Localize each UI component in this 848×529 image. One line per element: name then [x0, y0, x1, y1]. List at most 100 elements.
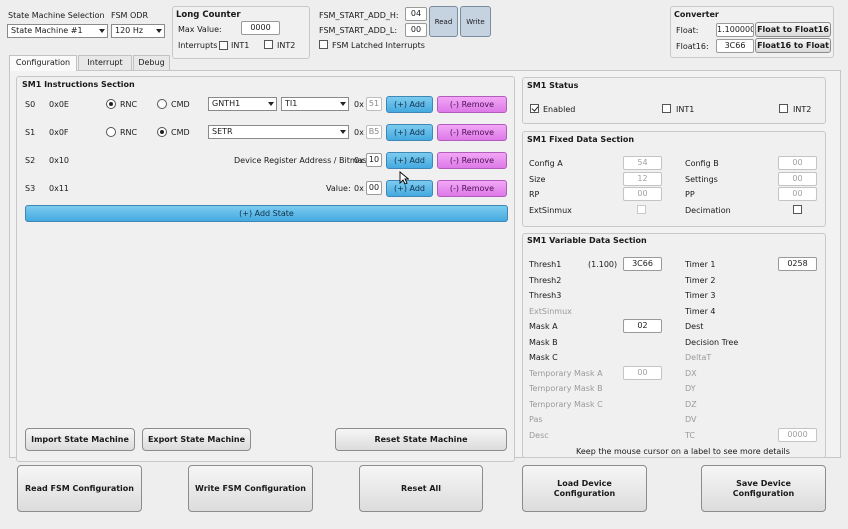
status-int1-checkbox[interactable] [662, 104, 671, 113]
config-a-field[interactable]: 54 [623, 156, 662, 170]
hex-prefix: 0x [354, 128, 364, 137]
dz-label: DZ [685, 400, 697, 409]
instructions-title: SM1 Instructions Section [22, 80, 135, 89]
sm-selection-label: State Machine Selection [8, 11, 105, 20]
thresh1-float-hint: (1.100) [588, 260, 618, 269]
float-to-float16-button[interactable]: Float to Float16 [755, 22, 831, 37]
deltat-label: DeltaT [685, 353, 712, 362]
s0-remove-button[interactable]: (-) Remove [437, 96, 507, 113]
long-counter-int2-label: INT2 [277, 41, 296, 50]
status-int2-checkbox[interactable] [779, 104, 788, 113]
pas-label: Pas [529, 415, 543, 424]
config-b-field[interactable]: 00 [778, 156, 817, 170]
timer1-field[interactable]: 0258 [778, 257, 817, 271]
chevron-down-icon [340, 102, 346, 106]
state-address: 0x0F [49, 128, 69, 137]
decimation-label: Decimation [685, 206, 731, 215]
reset-state-machine-button[interactable]: Reset State Machine [335, 428, 507, 451]
start-add-l-field[interactable]: 00 [405, 23, 427, 37]
write-fsm-configuration-button[interactable]: Write FSM Configuration [188, 465, 313, 512]
sm-selection-dropdown[interactable]: State Machine #1 [7, 24, 108, 38]
extsinmux-checkbox[interactable] [637, 205, 646, 214]
temp-mask-a-field[interactable]: 00 [623, 366, 662, 380]
s1-remove-button[interactable]: (-) Remove [437, 124, 507, 141]
mask-b-label: Mask B [529, 338, 558, 347]
float-field[interactable]: 1.100000 [716, 23, 754, 37]
s0-condition2-dropdown[interactable]: TI1 [281, 97, 349, 111]
hex-prefix: 0x [354, 184, 364, 193]
max-value-field[interactable]: 0000 [241, 21, 280, 35]
start-add-h-field[interactable]: 04 [405, 7, 427, 21]
s0-rnc-radio[interactable] [106, 99, 116, 109]
long-counter-int2-checkbox[interactable] [264, 40, 273, 49]
thresh3-label: Thresh3 [529, 291, 562, 300]
long-counter-int1-checkbox[interactable] [219, 41, 228, 50]
desc-label: Desc [529, 431, 549, 440]
state-label: S3 [25, 184, 36, 193]
timer1-label: Timer 1 [685, 260, 716, 269]
fsm-latched-checkbox[interactable] [319, 40, 328, 49]
s3-remove-button[interactable]: (-) Remove [437, 180, 507, 197]
s0-add-button[interactable]: (+) Add [386, 96, 433, 113]
pp-field[interactable]: 00 [778, 187, 817, 201]
rnc-label: RNC [120, 128, 138, 137]
chevron-down-icon [156, 29, 162, 33]
pp-label: PP [685, 190, 695, 199]
write-start-add-button[interactable]: Write [460, 6, 491, 37]
s1-cmd-radio[interactable] [157, 127, 167, 137]
extsinmux-label: ExtSinmux [529, 206, 572, 215]
save-device-configuration-button[interactable]: Save Device Configuration [701, 465, 826, 512]
status-int2-label: INT2 [793, 105, 812, 114]
s0-value-field[interactable]: 51 [366, 97, 382, 111]
enabled-checkbox[interactable] [530, 104, 539, 113]
timer4-label: Timer 4 [685, 307, 716, 316]
temp-mask-b-label: Temporary Mask B [529, 384, 603, 393]
s2-add-button[interactable]: (+) Add [386, 152, 433, 169]
decimation-checkbox[interactable] [793, 205, 802, 214]
odr-dropdown[interactable]: 120 Hz [111, 24, 165, 38]
import-state-machine-button[interactable]: Import State Machine [25, 428, 135, 451]
interrupts-label: Interrupts [178, 41, 218, 50]
tab-interrupt[interactable]: Interrupt [78, 55, 132, 70]
load-device-configuration-button[interactable]: Load Device Configuration [522, 465, 647, 512]
s3-value-field[interactable]: 00 [366, 181, 382, 195]
add-state-button[interactable]: (+) Add State [25, 205, 508, 222]
rp-field[interactable]: 00 [623, 187, 662, 201]
mouse-hint-text: Keep the mouse cursor on a label to see … [576, 447, 790, 456]
float16-field[interactable]: 3C66 [716, 39, 754, 53]
read-fsm-configuration-button[interactable]: Read FSM Configuration [17, 465, 142, 512]
s0-condition1-dropdown[interactable]: GNTH1 [208, 97, 277, 111]
tab-configuration[interactable]: Configuration [9, 55, 77, 71]
cmd-label: CMD [171, 128, 190, 137]
config-a-label: Config A [529, 159, 563, 168]
s1-value-field[interactable]: B5 [366, 125, 382, 139]
float16-to-float-button[interactable]: Float16 to Float [755, 38, 831, 53]
hex-prefix: 0x [354, 156, 364, 165]
var-extsinmux-label: ExtSinmux [529, 307, 572, 316]
start-add-h-label: FSM_START_ADD_H: [319, 11, 399, 20]
reset-all-button[interactable]: Reset All [359, 465, 483, 512]
state-label: S2 [25, 156, 36, 165]
s0-cmd-radio[interactable] [157, 99, 167, 109]
size-field[interactable]: 12 [623, 172, 662, 186]
s3-add-button[interactable]: (+) Add [386, 180, 433, 197]
read-start-add-button[interactable]: Read [429, 6, 458, 37]
tab-debug[interactable]: Debug [133, 55, 170, 70]
s2-value-field[interactable]: 10 [366, 153, 382, 167]
s1-command-value: SETR [212, 127, 233, 136]
s2-remove-button[interactable]: (-) Remove [437, 152, 507, 169]
hex-prefix: 0x [354, 100, 364, 109]
s1-rnc-radio[interactable] [106, 127, 116, 137]
thresh1-field[interactable]: 3C66 [623, 257, 662, 271]
export-state-machine-button[interactable]: Export State Machine [142, 428, 251, 451]
dv-label: DV [685, 415, 697, 424]
temp-mask-a-label: Temporary Mask A [529, 369, 603, 378]
s1-command-dropdown[interactable]: SETR [208, 125, 349, 139]
mask-a-field[interactable]: 02 [623, 319, 662, 333]
tc-field[interactable]: 0000 [778, 428, 817, 442]
chevron-down-icon [99, 29, 105, 33]
settings-field[interactable]: 00 [778, 172, 817, 186]
max-value-label: Max Value: [178, 25, 222, 34]
state-address: 0x0E [49, 100, 69, 109]
s1-add-button[interactable]: (+) Add [386, 124, 433, 141]
